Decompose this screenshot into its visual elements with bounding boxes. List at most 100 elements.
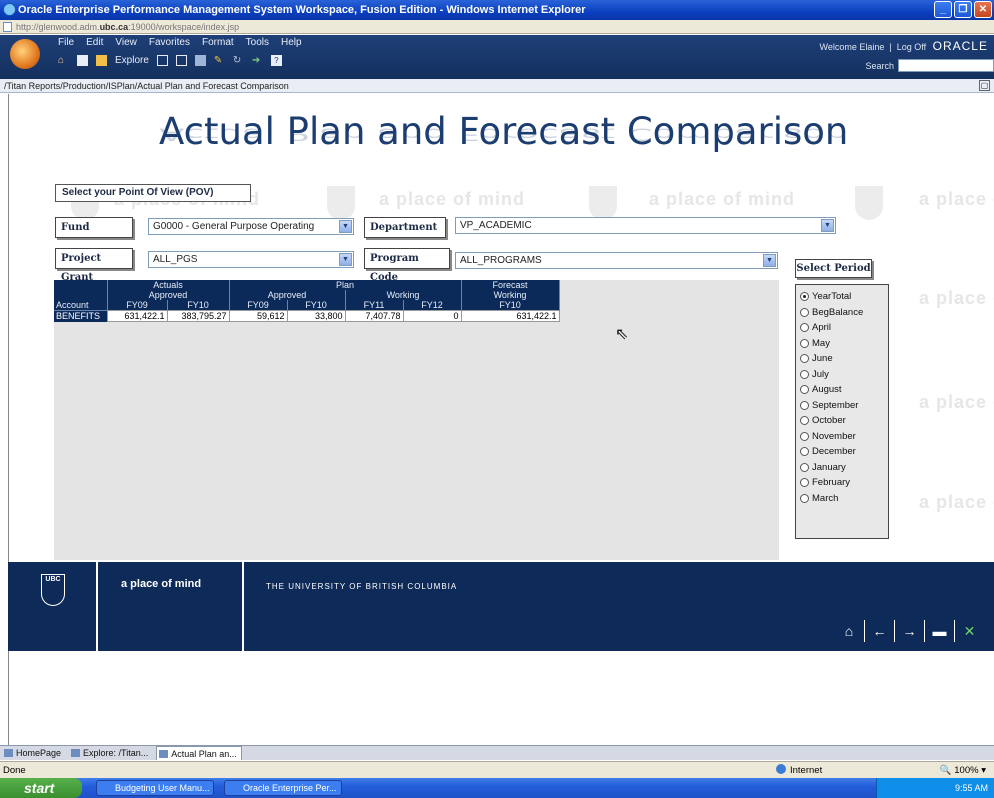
department-label: Department — [364, 217, 446, 238]
period-option-may[interactable]: May — [796, 336, 888, 352]
taskbar-item[interactable]: Budgeting User Manu... — [96, 780, 214, 796]
start-button[interactable]: start — [0, 778, 82, 798]
period-option-label: November — [812, 430, 856, 442]
period-option-yeartotal[interactable]: YearTotal — [796, 289, 888, 305]
menu-format[interactable]: Format — [202, 37, 234, 48]
radio-icon[interactable] — [800, 307, 809, 317]
fund-select[interactable]: G0000 - General Purpose Operating ▼ — [148, 218, 354, 235]
period-option-label: July — [812, 368, 829, 380]
print-icon[interactable]: ▬ — [924, 620, 954, 642]
project-grant-label: Project Grant — [55, 248, 133, 283]
tab-explore[interactable]: Explore: /Titan... — [69, 746, 152, 760]
workspace-orb-icon[interactable] — [10, 39, 40, 69]
window-title: Oracle Enterprise Performance Management… — [18, 4, 586, 16]
radio-icon[interactable] — [800, 462, 809, 472]
logoff-link[interactable]: Log Off — [897, 42, 926, 52]
period-option-label: BegBalance — [812, 306, 864, 318]
maximize-pane-icon[interactable]: ▢ — [979, 80, 990, 91]
footer-divider — [96, 562, 98, 651]
watermark-text: a place of mind — [379, 189, 526, 209]
folder-icon[interactable] — [96, 55, 107, 66]
export-icon[interactable]: ➔ — [252, 55, 263, 66]
zoom-level[interactable]: 🔍 100% ▾ — [940, 762, 986, 779]
maximize-button[interactable]: ❐ — [954, 1, 972, 18]
footer-nav: ⌂ ← → ▬ ✕ — [834, 620, 984, 642]
program-code-select[interactable]: ALL_PROGRAMS ▼ — [455, 252, 778, 269]
period-option-label: March — [812, 492, 839, 504]
chevron-down-icon[interactable]: ▼ — [821, 219, 834, 232]
radio-icon[interactable] — [800, 354, 809, 364]
menu-edit[interactable]: Edit — [86, 37, 103, 48]
period-option-label: January — [812, 461, 846, 473]
period-option-april[interactable]: April — [796, 320, 888, 336]
menu-help[interactable]: Help — [281, 37, 302, 48]
radio-icon[interactable] — [800, 400, 809, 410]
chevron-down-icon[interactable]: ▼ — [763, 254, 776, 267]
explore-button[interactable]: Explore — [115, 55, 149, 66]
year-header: FY10 — [167, 300, 230, 311]
footer-university-name: THE UNIVERSITY OF BRITISH COLUMBIA — [266, 582, 458, 591]
watermark-text: a place of mind — [649, 189, 796, 209]
tab-homepage[interactable]: HomePage — [2, 746, 65, 760]
department-select[interactable]: VP_ACADEMIC ▼ — [455, 217, 836, 234]
menu-tools[interactable]: Tools — [246, 37, 269, 48]
value-cell: 0 — [402, 310, 462, 322]
group-header-actuals: Actuals — [107, 280, 230, 290]
radio-icon[interactable] — [800, 416, 809, 426]
radio-icon[interactable] — [800, 447, 809, 457]
project-grant-select[interactable]: ALL_PGS ▼ — [148, 251, 354, 268]
period-option-begbalance[interactable]: BegBalance — [796, 305, 888, 321]
workspace-header: File Edit View Favorites Format Tools He… — [0, 35, 994, 79]
chevron-down-icon[interactable]: ▼ — [339, 253, 352, 266]
search-input[interactable] — [898, 59, 994, 72]
period-option-label: YearTotal — [812, 291, 852, 303]
period-option-august[interactable]: August — [796, 382, 888, 398]
year-header: FY11 — [345, 300, 404, 311]
period-option-november[interactable]: November — [796, 429, 888, 445]
period-option-december[interactable]: December — [796, 444, 888, 460]
address-bar[interactable]: http://glenwood.adm.ubc.ca:19000/workspa… — [0, 20, 994, 34]
ubc-footer: UBC a place of mind THE UNIVERSITY OF BR… — [8, 562, 994, 651]
excel-export-icon[interactable]: ✕ — [954, 620, 984, 642]
document-icon[interactable] — [77, 55, 88, 66]
radio-selected-icon[interactable] — [800, 292, 809, 302]
radio-icon[interactable] — [800, 385, 809, 395]
home-icon[interactable]: ⌂ — [58, 55, 69, 66]
period-option-february[interactable]: February — [796, 475, 888, 491]
radio-icon[interactable] — [800, 493, 809, 503]
period-option-june[interactable]: June — [796, 351, 888, 367]
edit-icon[interactable]: ✎ — [214, 55, 225, 66]
refresh-icon[interactable]: ↻ — [233, 55, 244, 66]
grid-icon[interactable] — [156, 55, 168, 66]
home-icon[interactable]: ⌂ — [834, 620, 864, 642]
tab-actual-plan[interactable]: Actual Plan an... — [156, 746, 242, 760]
radio-icon[interactable] — [800, 323, 809, 333]
table-row: BENEFITS 631,422.1 383,795.27 59,612 33,… — [54, 310, 560, 322]
period-option-label: December — [812, 446, 856, 458]
print-icon[interactable] — [194, 55, 206, 66]
forward-arrow-icon[interactable]: → — [894, 620, 924, 642]
grid-corner — [54, 290, 108, 300]
back-arrow-icon[interactable]: ← — [864, 620, 894, 642]
chevron-down-icon[interactable]: ▼ — [339, 220, 352, 233]
grid-background — [54, 280, 779, 560]
menu-file[interactable]: File — [58, 37, 74, 48]
period-option-march[interactable]: March — [796, 491, 888, 507]
help-icon[interactable]: ? — [270, 55, 282, 66]
period-option-january[interactable]: January — [796, 460, 888, 476]
period-option-october[interactable]: October — [796, 413, 888, 429]
taskbar-item[interactable]: Oracle Enterprise Per... — [224, 780, 342, 796]
radio-icon[interactable] — [800, 431, 809, 441]
menu-view[interactable]: View — [115, 37, 137, 48]
internet-zone: Internet — [776, 762, 822, 779]
menu-favorites[interactable]: Favorites — [149, 37, 190, 48]
period-option-september[interactable]: September — [796, 398, 888, 414]
minimize-button[interactable]: _ — [934, 1, 952, 18]
period-option-july[interactable]: July — [796, 367, 888, 383]
report-title-reflection: Actual Plan and Forecast Comparison — [159, 124, 849, 144]
radio-icon[interactable] — [800, 478, 809, 488]
close-button[interactable]: ✕ — [974, 1, 992, 18]
report-icon[interactable] — [175, 55, 187, 66]
radio-icon[interactable] — [800, 338, 809, 348]
radio-icon[interactable] — [800, 369, 809, 379]
